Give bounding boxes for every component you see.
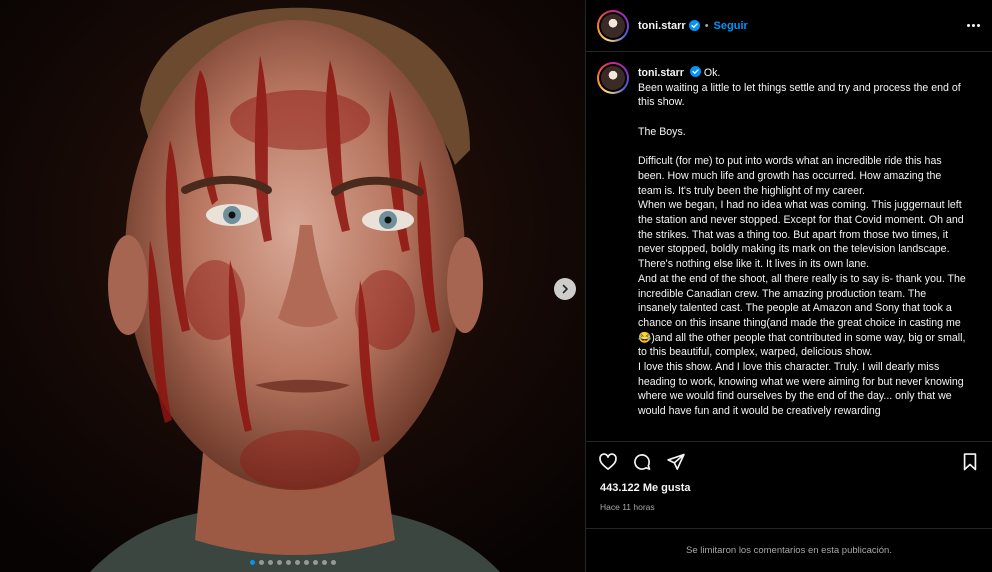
comments-disabled-notice: Se limitaron los comentarios en esta pub… xyxy=(586,528,992,572)
post-side-panel: toni.starr • Seguir toni.starr Ok. Been … xyxy=(585,0,992,572)
carousel-dot xyxy=(267,560,273,565)
caption-paragraph: Been waiting a little to let things sett… xyxy=(638,81,964,109)
caption-paragraph xyxy=(638,110,966,125)
carousel-indicator xyxy=(0,560,585,565)
carousel-dot xyxy=(321,560,327,565)
carousel-dot xyxy=(258,560,264,565)
chevron-right-icon xyxy=(562,284,568,294)
instagram-post: toni.starr • Seguir toni.starr Ok. Been … xyxy=(0,0,992,572)
post-media[interactable] xyxy=(0,0,585,572)
bookmark-icon[interactable] xyxy=(960,452,980,472)
caption-scroll-area[interactable]: toni.starr Ok. Been waiting a little to … xyxy=(586,52,992,442)
avatar[interactable] xyxy=(597,9,629,42)
carousel-dot xyxy=(303,560,309,565)
next-slide-button[interactable] xyxy=(554,278,576,300)
carousel-dot xyxy=(276,560,282,565)
post-timestamp[interactable]: Hace 11 horas xyxy=(586,502,992,512)
separator-bullet: • xyxy=(704,19,709,32)
caption-paragraph xyxy=(638,140,966,155)
carousel-dot xyxy=(285,560,291,565)
like-count[interactable]: 443.122 Me gusta xyxy=(586,482,992,494)
carousel-dot xyxy=(312,560,318,565)
caption: toni.starr Ok. Been waiting a little to … xyxy=(638,62,966,441)
caption-paragraph: The Boys. xyxy=(638,125,686,138)
caption-head: Ok. xyxy=(703,67,721,79)
carousel-dot xyxy=(249,560,255,565)
heart-icon[interactable] xyxy=(598,452,618,472)
caption-paragraph: Difficult (for me) to put into words wha… xyxy=(638,155,966,418)
verified-badge-icon xyxy=(689,66,701,77)
avatar[interactable] xyxy=(597,62,629,94)
comment-bubble-icon[interactable] xyxy=(632,452,652,472)
verified-badge-icon xyxy=(688,20,700,31)
author-username[interactable]: toni.starr xyxy=(638,20,686,32)
more-options-icon[interactable] xyxy=(967,24,980,27)
carousel-dot xyxy=(294,560,300,565)
carousel-dot xyxy=(330,560,336,565)
post-photo xyxy=(0,0,585,572)
post-header: toni.starr • Seguir xyxy=(586,0,992,52)
paper-plane-icon[interactable] xyxy=(666,452,686,472)
follow-button[interactable]: Seguir xyxy=(714,20,748,32)
caption-username[interactable]: toni.starr xyxy=(638,67,684,79)
action-bar xyxy=(586,442,992,482)
